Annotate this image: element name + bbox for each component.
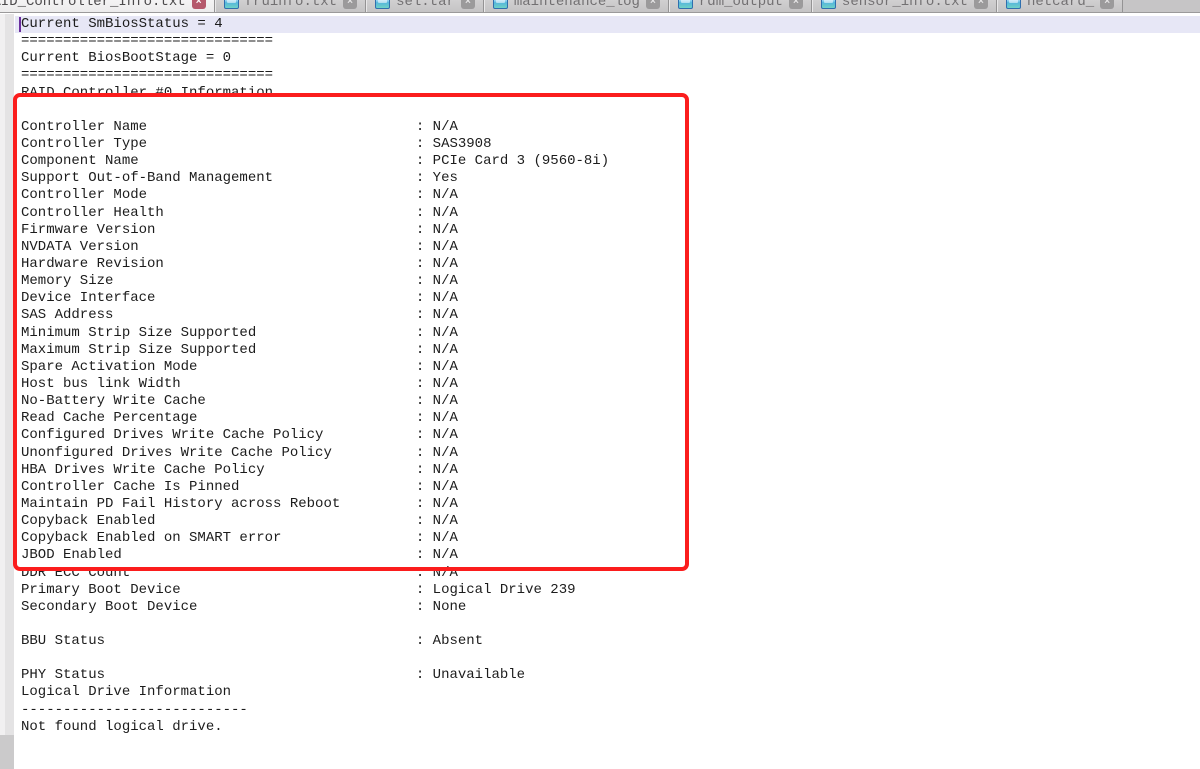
text-layer: Current SmBiosStatus = 4================… [15, 16, 1200, 736]
document-icon [1006, 0, 1021, 9]
tab-raid-controller-info-txt[interactable]: RAID_Controller_Info.txt × [0, 0, 215, 13]
text-line-property: PHY Status : Unavailable [15, 667, 1200, 684]
text-line-property: Host bus link Width : N/A [15, 376, 1200, 393]
text-line-property: Memory Size : N/A [15, 273, 1200, 290]
text-line-property: Controller Health : N/A [15, 205, 1200, 222]
text-line-property: Configured Drives Write Cache Policy : N… [15, 427, 1200, 444]
editor-margin-end-block [0, 735, 14, 769]
tab-label: sel.tar [396, 0, 455, 10]
close-tab-icon[interactable]: × [343, 0, 357, 9]
text-line-property: Copyback Enabled on SMART error : N/A [15, 530, 1200, 547]
text-line-property: Spare Activation Mode : N/A [15, 359, 1200, 376]
text-line: --------------------------- [15, 702, 1200, 719]
tab-maintenance-log[interactable]: maintenance_log × [484, 0, 669, 13]
text-line-property: Device Interface : N/A [15, 290, 1200, 307]
text-line-property: BBU Status : Absent [15, 633, 1200, 650]
text-line: RAID Controller #0 Information [15, 85, 1200, 102]
tab-fruinfo-txt[interactable]: fruinfo.txt × [215, 0, 366, 13]
text-line [15, 616, 1200, 633]
tab-netcard-[interactable]: netcard_ × [997, 0, 1123, 13]
text-line-property: Controller Name : N/A [15, 119, 1200, 136]
text-line: Current SmBiosStatus = 4 [15, 16, 1200, 33]
tab-label: maintenance_log [514, 0, 640, 10]
text-line-property: NVDATA Version : N/A [15, 239, 1200, 256]
document-icon [678, 0, 693, 9]
text-line: Not found logical drive. [15, 719, 1200, 736]
text-line-property: Controller Mode : N/A [15, 187, 1200, 204]
tab-label: netcard_ [1027, 0, 1094, 10]
tab-sel-tar[interactable]: sel.tar × [366, 0, 484, 13]
text-line-property: Component Name : PCIe Card 3 (9560-8i) [15, 153, 1200, 170]
close-tab-icon[interactable]: × [1100, 0, 1114, 9]
tab-label: rdm_output [699, 0, 783, 10]
close-tab-icon[interactable]: × [192, 0, 206, 9]
text-line-property: Controller Type : SAS3908 [15, 136, 1200, 153]
text-line-property: Primary Boot Device : Logical Drive 239 [15, 582, 1200, 599]
text-line-property: DDR ECC Count : N/A [15, 565, 1200, 582]
text-line-property: SAS Address : N/A [15, 307, 1200, 324]
tab-sensor-info-txt[interactable]: sensor_info.txt × [812, 0, 997, 13]
document-icon [224, 0, 239, 9]
text-line-property: Maintain PD Fail History across Reboot :… [15, 496, 1200, 513]
document-icon [821, 0, 836, 9]
document-icon [375, 0, 390, 9]
text-line-property: Firmware Version : N/A [15, 222, 1200, 239]
text-line-property: Maximum Strip Size Supported : N/A [15, 342, 1200, 359]
close-tab-icon[interactable]: × [646, 0, 660, 9]
tab-label: sensor_info.txt [842, 0, 968, 10]
text-line-property: JBOD Enabled : N/A [15, 547, 1200, 564]
text-line-property: Unonfigured Drives Write Cache Policy : … [15, 445, 1200, 462]
text-line [15, 102, 1200, 119]
tab-label: fruinfo.txt [245, 0, 337, 10]
text-line: Logical Drive Information [15, 684, 1200, 701]
text-line-property: Copyback Enabled : N/A [15, 513, 1200, 530]
text-line: Current BiosBootStage = 0 [15, 50, 1200, 67]
editor-margin-inner [5, 14, 14, 769]
text-line-property: Support Out-of-Band Management : Yes [15, 170, 1200, 187]
text-line: ============================== [15, 67, 1200, 84]
close-tab-icon[interactable]: × [461, 0, 475, 9]
text-line [15, 650, 1200, 667]
text-line-property: Minimum Strip Size Supported : N/A [15, 325, 1200, 342]
close-tab-icon[interactable]: × [974, 0, 988, 9]
document-icon [493, 0, 508, 9]
text-line-property: No-Battery Write Cache : N/A [15, 393, 1200, 410]
text-line-property: HBA Drives Write Cache Policy : N/A [15, 462, 1200, 479]
tab-label: RAID_Controller_Info.txt [0, 0, 186, 10]
text-line-property: Read Cache Percentage : N/A [15, 410, 1200, 427]
tabs-row: RAID_Controller_Info.txt×fruinfo.txt×sel… [0, 0, 1200, 13]
text-line: ============================== [15, 33, 1200, 50]
close-tab-icon[interactable]: × [789, 0, 803, 9]
tab-bar: RAID_Controller_Info.txt×fruinfo.txt×sel… [0, 0, 1200, 13]
text-caret [19, 17, 21, 32]
text-line-property: Controller Cache Is Pinned : N/A [15, 479, 1200, 496]
tab-rdm-output[interactable]: rdm_output × [669, 0, 812, 13]
text-line-property: Hardware Revision : N/A [15, 256, 1200, 273]
text-editor-area[interactable]: Current SmBiosStatus = 4================… [0, 14, 1200, 769]
text-line-property: Secondary Boot Device : None [15, 599, 1200, 616]
